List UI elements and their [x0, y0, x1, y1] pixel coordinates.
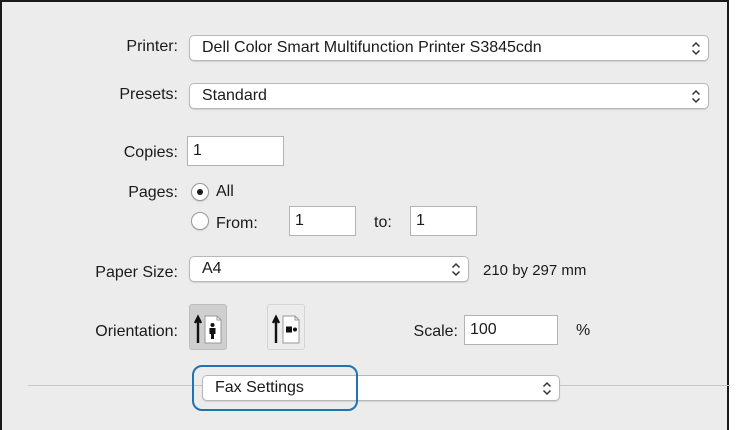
- up-down-chevron-icon: [542, 381, 552, 396]
- presets-label: Presets:: [119, 86, 178, 103]
- pages-to-input[interactable]: 1: [410, 206, 477, 236]
- pages-from-radio[interactable]: [191, 212, 209, 230]
- printer-popup[interactable]: Dell Color Smart Multifunction Printer S…: [189, 35, 709, 61]
- presets-value: Standard: [202, 87, 267, 104]
- landscape-orientation-icon: [271, 314, 300, 344]
- copies-input[interactable]: 1: [187, 136, 284, 166]
- up-down-chevron-icon: [451, 262, 461, 277]
- copies-label: Copies:: [123, 144, 178, 161]
- highlight-callout: [192, 365, 358, 411]
- landscape-orientation-button[interactable]: [267, 304, 305, 350]
- up-down-chevron-icon: [691, 89, 701, 104]
- up-down-chevron-icon: [691, 41, 701, 56]
- pages-all-label: All: [216, 183, 234, 200]
- paper-size-popup[interactable]: A4: [189, 256, 469, 282]
- scale-unit: %: [576, 322, 591, 339]
- paper-size-label: Paper Size:: [95, 264, 178, 281]
- portrait-orientation-icon: [193, 314, 222, 344]
- print-dialog: Printer: Dell Color Smart Multifunction …: [0, 0, 730, 430]
- pages-label: Pages:: [128, 184, 178, 201]
- printer-label: Printer:: [126, 38, 178, 55]
- paper-size-value: A4: [202, 260, 222, 277]
- orientation-label: Orientation:: [95, 323, 178, 340]
- scale-input[interactable]: 100: [464, 315, 558, 345]
- pages-from-input[interactable]: 1: [289, 206, 356, 236]
- radio-selected-dot: [197, 189, 203, 195]
- pages-all-radio[interactable]: [191, 183, 209, 201]
- presets-popup[interactable]: Standard: [189, 83, 709, 109]
- portrait-orientation-button[interactable]: [189, 304, 227, 350]
- scale-label: Scale:: [413, 323, 458, 340]
- paper-dimensions: 210 by 297 mm: [483, 262, 587, 279]
- pages-to-label: to:: [374, 214, 392, 231]
- printer-value: Dell Color Smart Multifunction Printer S…: [202, 39, 542, 56]
- pages-from-label: From:: [216, 215, 258, 232]
